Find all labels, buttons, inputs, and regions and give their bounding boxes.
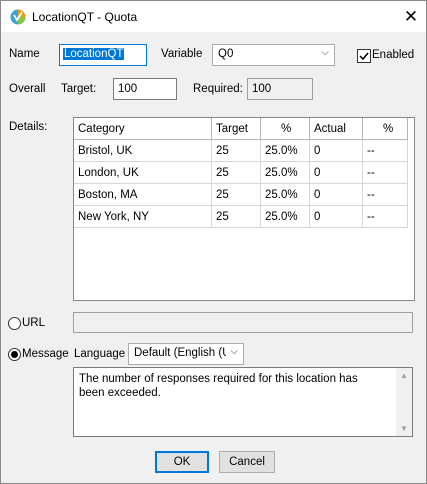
check-icon bbox=[359, 52, 369, 61]
window-title: LocationQT - Quota bbox=[32, 10, 138, 24]
table-header-row: Category Target % Actual % bbox=[74, 118, 408, 140]
cell-actual: 0 bbox=[309, 205, 363, 228]
cell-actual-percent: -- bbox=[362, 183, 408, 206]
variable-select-value: Q0 bbox=[218, 48, 234, 60]
name-label: Name bbox=[9, 48, 40, 60]
name-field-value: LocationQT bbox=[63, 48, 125, 60]
message-text: The number of responses required for thi… bbox=[79, 373, 358, 399]
name-field[interactable]: LocationQT bbox=[59, 44, 147, 66]
cell-actual-percent: -- bbox=[362, 205, 408, 228]
url-field[interactable] bbox=[73, 312, 413, 333]
overall-label: Overall bbox=[9, 83, 46, 95]
language-select-value: Default (English (Uk bbox=[134, 347, 226, 359]
quota-table: Category Target % Actual % Bristol, UK 2… bbox=[74, 118, 408, 228]
details-label: Details: bbox=[9, 121, 48, 133]
url-label: URL bbox=[22, 317, 46, 329]
cell-actual: 0 bbox=[309, 139, 363, 162]
cell-target-percent: 25.0% bbox=[260, 183, 310, 206]
column-header-actual[interactable]: Actual bbox=[309, 118, 363, 140]
target-input[interactable] bbox=[113, 78, 177, 100]
table-row[interactable]: London, UK 25 25.0% 0 -- bbox=[74, 161, 408, 184]
enabled-label: Enabled bbox=[372, 49, 415, 61]
cell-actual: 0 bbox=[309, 161, 363, 184]
column-header-category[interactable]: Category bbox=[74, 118, 212, 140]
column-header-target[interactable]: Target bbox=[211, 118, 261, 140]
details-grid[interactable]: Category Target % Actual % Bristol, UK 2… bbox=[73, 117, 415, 301]
message-label: Message bbox=[22, 348, 69, 360]
cancel-button[interactable]: Cancel bbox=[219, 451, 275, 473]
required-label: Required: bbox=[193, 83, 243, 95]
variable-label: Variable bbox=[161, 48, 203, 60]
close-icon[interactable]: ✕ bbox=[396, 1, 426, 32]
table-row[interactable]: Bristol, UK 25 25.0% 0 -- bbox=[74, 139, 408, 162]
table-row[interactable]: New York, NY 25 25.0% 0 -- bbox=[74, 205, 408, 228]
scroll-down-icon[interactable]: ▼ bbox=[396, 424, 412, 433]
cell-target[interactable]: 25 bbox=[211, 205, 261, 228]
message-radio[interactable] bbox=[8, 348, 21, 361]
chevron-down-icon: ⌵ bbox=[321, 47, 329, 58]
cell-target-percent: 25.0% bbox=[260, 205, 310, 228]
title-bar: LocationQT - Quota ✕ bbox=[1, 1, 426, 32]
chevron-down-icon: ⌵ bbox=[230, 346, 238, 357]
enabled-checkbox[interactable] bbox=[357, 49, 371, 63]
variable-select[interactable]: Q0 ⌵ bbox=[212, 44, 335, 66]
cell-category[interactable]: Boston, MA bbox=[74, 183, 212, 206]
scroll-up-icon[interactable]: ▲ bbox=[396, 371, 412, 380]
cell-target[interactable]: 25 bbox=[211, 161, 261, 184]
cell-actual-percent: -- bbox=[362, 139, 408, 162]
url-radio[interactable] bbox=[8, 317, 21, 330]
cell-actual-percent: -- bbox=[362, 161, 408, 184]
column-header-actual-percent[interactable]: % bbox=[362, 118, 408, 140]
app-icon bbox=[10, 9, 26, 25]
cell-category[interactable]: Bristol, UK bbox=[74, 139, 212, 162]
cell-target[interactable]: 25 bbox=[211, 183, 261, 206]
quota-dialog: LocationQT - Quota ✕ Name LocationQT Var… bbox=[0, 0, 427, 484]
cell-actual: 0 bbox=[309, 183, 363, 206]
table-row[interactable]: Boston, MA 25 25.0% 0 -- bbox=[74, 183, 408, 206]
cell-target[interactable]: 25 bbox=[211, 139, 261, 162]
required-field bbox=[247, 78, 313, 100]
cell-category[interactable]: New York, NY bbox=[74, 205, 212, 228]
ok-button[interactable]: OK bbox=[155, 451, 209, 473]
language-label: Language bbox=[74, 348, 126, 360]
radio-dot-icon bbox=[11, 351, 18, 358]
message-textarea[interactable]: The number of responses required for thi… bbox=[73, 367, 413, 437]
cell-target-percent: 25.0% bbox=[260, 139, 310, 162]
message-scrollbar[interactable]: ▲ ▼ bbox=[396, 368, 412, 436]
column-header-target-percent[interactable]: % bbox=[260, 118, 310, 140]
cell-category[interactable]: London, UK bbox=[74, 161, 212, 184]
target-label: Target: bbox=[61, 83, 97, 95]
cell-target-percent: 25.0% bbox=[260, 161, 310, 184]
language-select[interactable]: Default (English (Uk ⌵ bbox=[128, 343, 244, 365]
